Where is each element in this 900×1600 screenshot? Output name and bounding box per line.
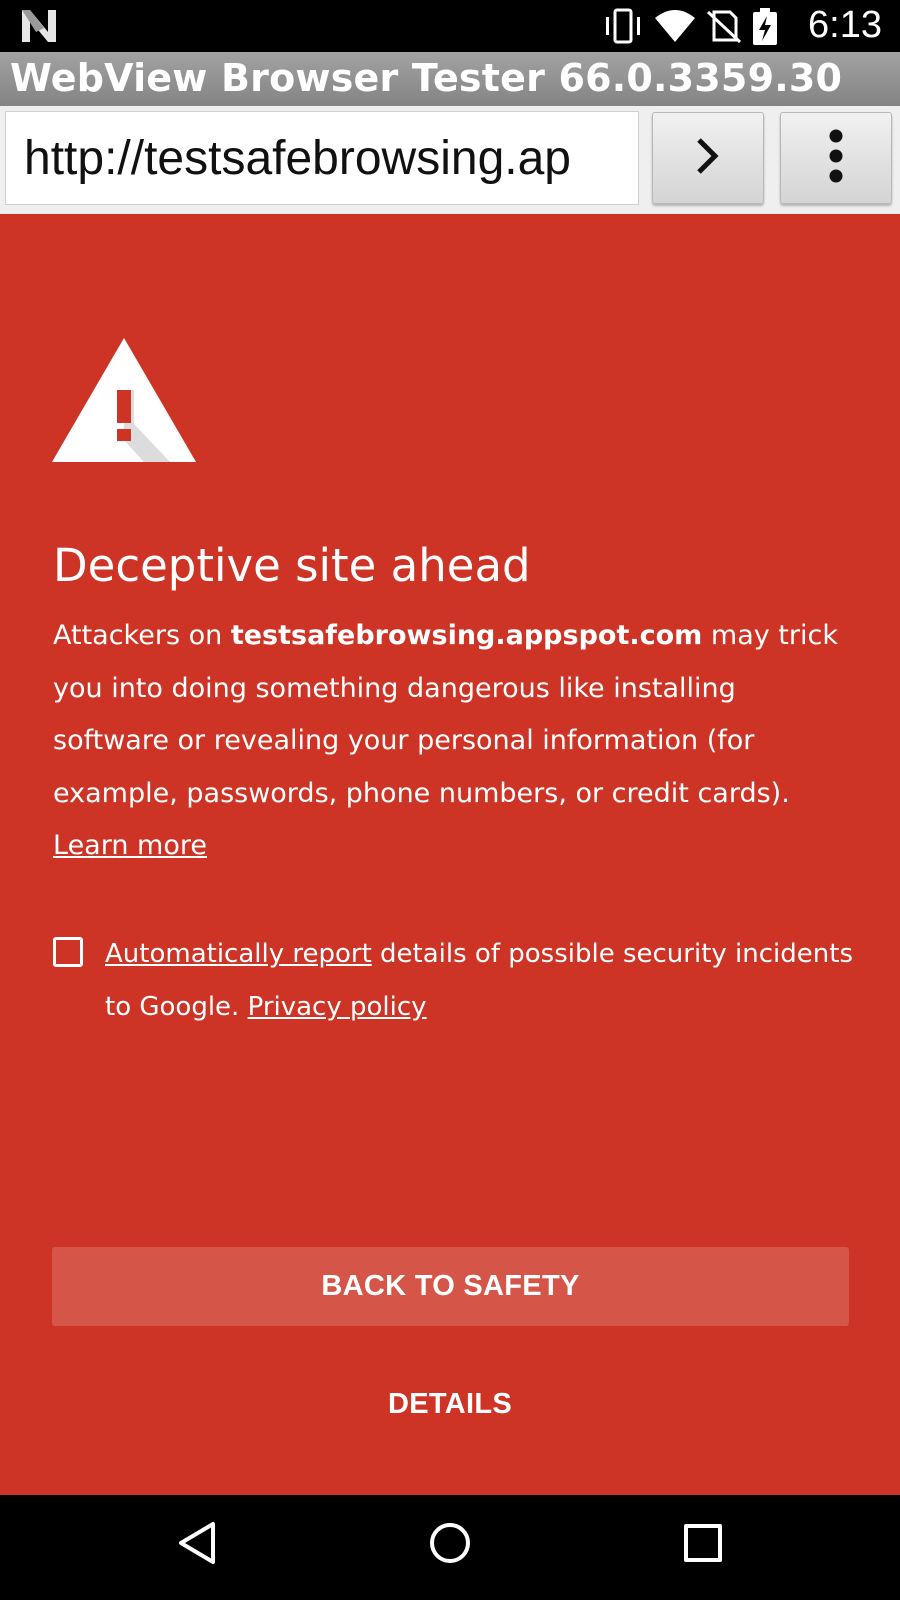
chevron-right-icon <box>693 136 723 180</box>
nav-home-button[interactable] <box>415 1515 485 1575</box>
url-input[interactable] <box>5 111 639 205</box>
no-sim-icon <box>706 8 742 48</box>
learn-more-link[interactable]: Learn more <box>53 830 207 861</box>
wifi-icon <box>654 8 696 48</box>
report-checkbox[interactable] <box>53 937 83 967</box>
recents-icon <box>683 1523 723 1567</box>
site-domain: testsafebrowsing.appspot.com <box>230 620 703 651</box>
url-row <box>0 106 900 214</box>
back-icon <box>177 1521 217 1569</box>
app-title: WebView Browser Tester 66.0.3359.30 <box>10 56 843 100</box>
report-text-line2: to Google. <box>105 991 248 1022</box>
description-line4: example, passwords, phone numbers, or cr… <box>53 777 790 809</box>
navigation-bar <box>0 1495 900 1600</box>
nav-recents-button[interactable] <box>668 1515 738 1575</box>
back-to-safety-button[interactable]: BACK TO SAFETY <box>52 1247 849 1326</box>
nav-back-button[interactable] <box>162 1515 232 1575</box>
app-title-bar: WebView Browser Tester 66.0.3359.30 <box>0 52 900 106</box>
n-logo-icon <box>22 10 56 46</box>
description-line2: you into doing something dangerous like … <box>53 672 736 704</box>
overflow-menu-button[interactable] <box>780 112 892 204</box>
description-line3: software or revealing your personal info… <box>53 725 755 756</box>
vibrate-icon <box>603 8 643 48</box>
warning-description: Attackers on testsafebrowsing.appspot.co… <box>53 610 873 873</box>
report-text-line1: details of possible security incidents <box>371 939 853 969</box>
battery-charging-icon <box>752 8 778 50</box>
privacy-policy-link[interactable]: Privacy policy <box>248 992 427 1022</box>
warning-triangle-icon <box>52 338 196 466</box>
status-bar: 6:13 <box>0 0 900 52</box>
home-icon <box>428 1521 472 1569</box>
page-heading: Deceptive site ahead <box>53 539 531 592</box>
details-button[interactable]: DETAILS <box>350 1374 550 1434</box>
automatically-report-link[interactable]: Automatically report <box>105 939 372 969</box>
status-clock: 6:13 <box>808 4 882 46</box>
description-prefix: Attackers on <box>53 620 231 651</box>
safe-browsing-interstitial: Deceptive site ahead Attackers on testsa… <box>0 214 900 1495</box>
go-button[interactable] <box>652 112 764 204</box>
description-line1-suffix: may trick <box>702 620 838 651</box>
more-vert-icon <box>828 128 844 188</box>
